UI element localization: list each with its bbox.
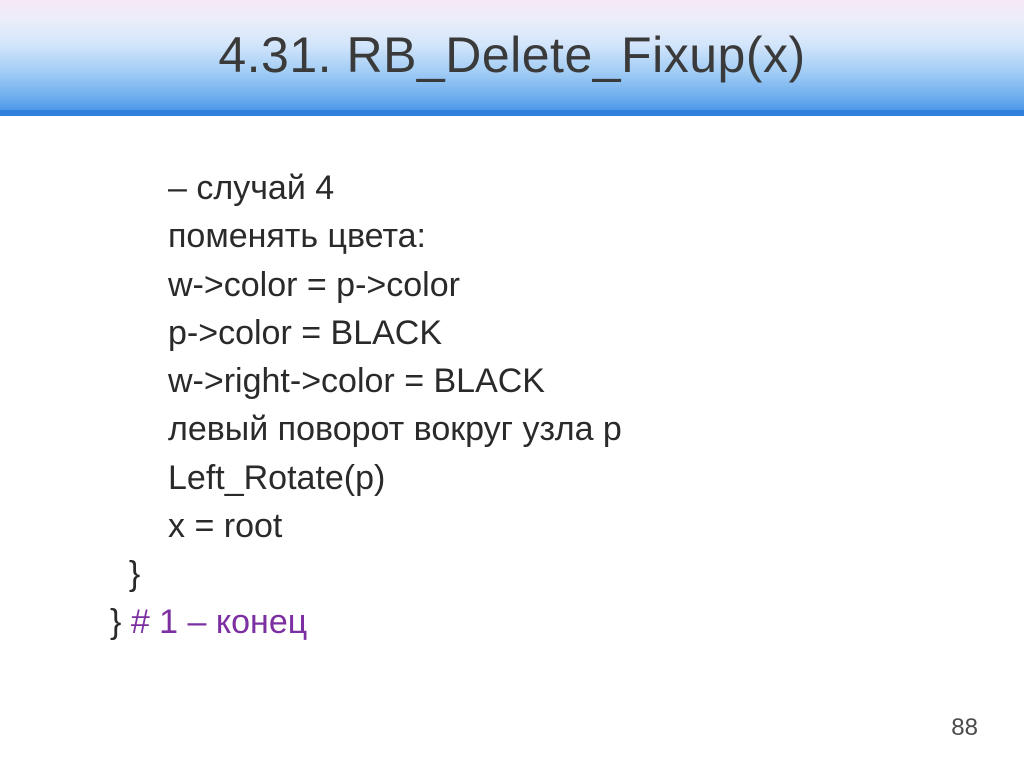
code-line: Left_Rotate(p): [110, 454, 954, 502]
code-line: w->color = p->color: [110, 261, 954, 309]
code-line: – случай 4: [110, 164, 954, 212]
code-text: }: [129, 555, 140, 593]
comment-text: # 1 – конец: [131, 603, 307, 641]
slide: 4.31. RB_Delete_Fixup(x) – случай 4 поме…: [0, 0, 1024, 768]
code-line: x = root: [110, 502, 954, 550]
code-line: }: [110, 550, 954, 598]
brace: }: [110, 603, 131, 641]
code-line: } # 1 – конец: [110, 598, 954, 646]
slide-title: 4.31. RB_Delete_Fixup(x): [218, 26, 805, 84]
code-line: p->color = BLACK: [110, 309, 954, 357]
page-number: 88: [951, 714, 978, 742]
code-line: левый поворот вокруг узла p: [110, 405, 954, 453]
code-line: поменять цвета:: [110, 212, 954, 260]
slide-body: – случай 4 поменять цвета: w->color = p-…: [0, 116, 1024, 647]
code-line: w->right->color = BLACK: [110, 357, 954, 405]
title-bar: 4.31. RB_Delete_Fixup(x): [0, 0, 1024, 116]
code-text: [110, 555, 129, 593]
